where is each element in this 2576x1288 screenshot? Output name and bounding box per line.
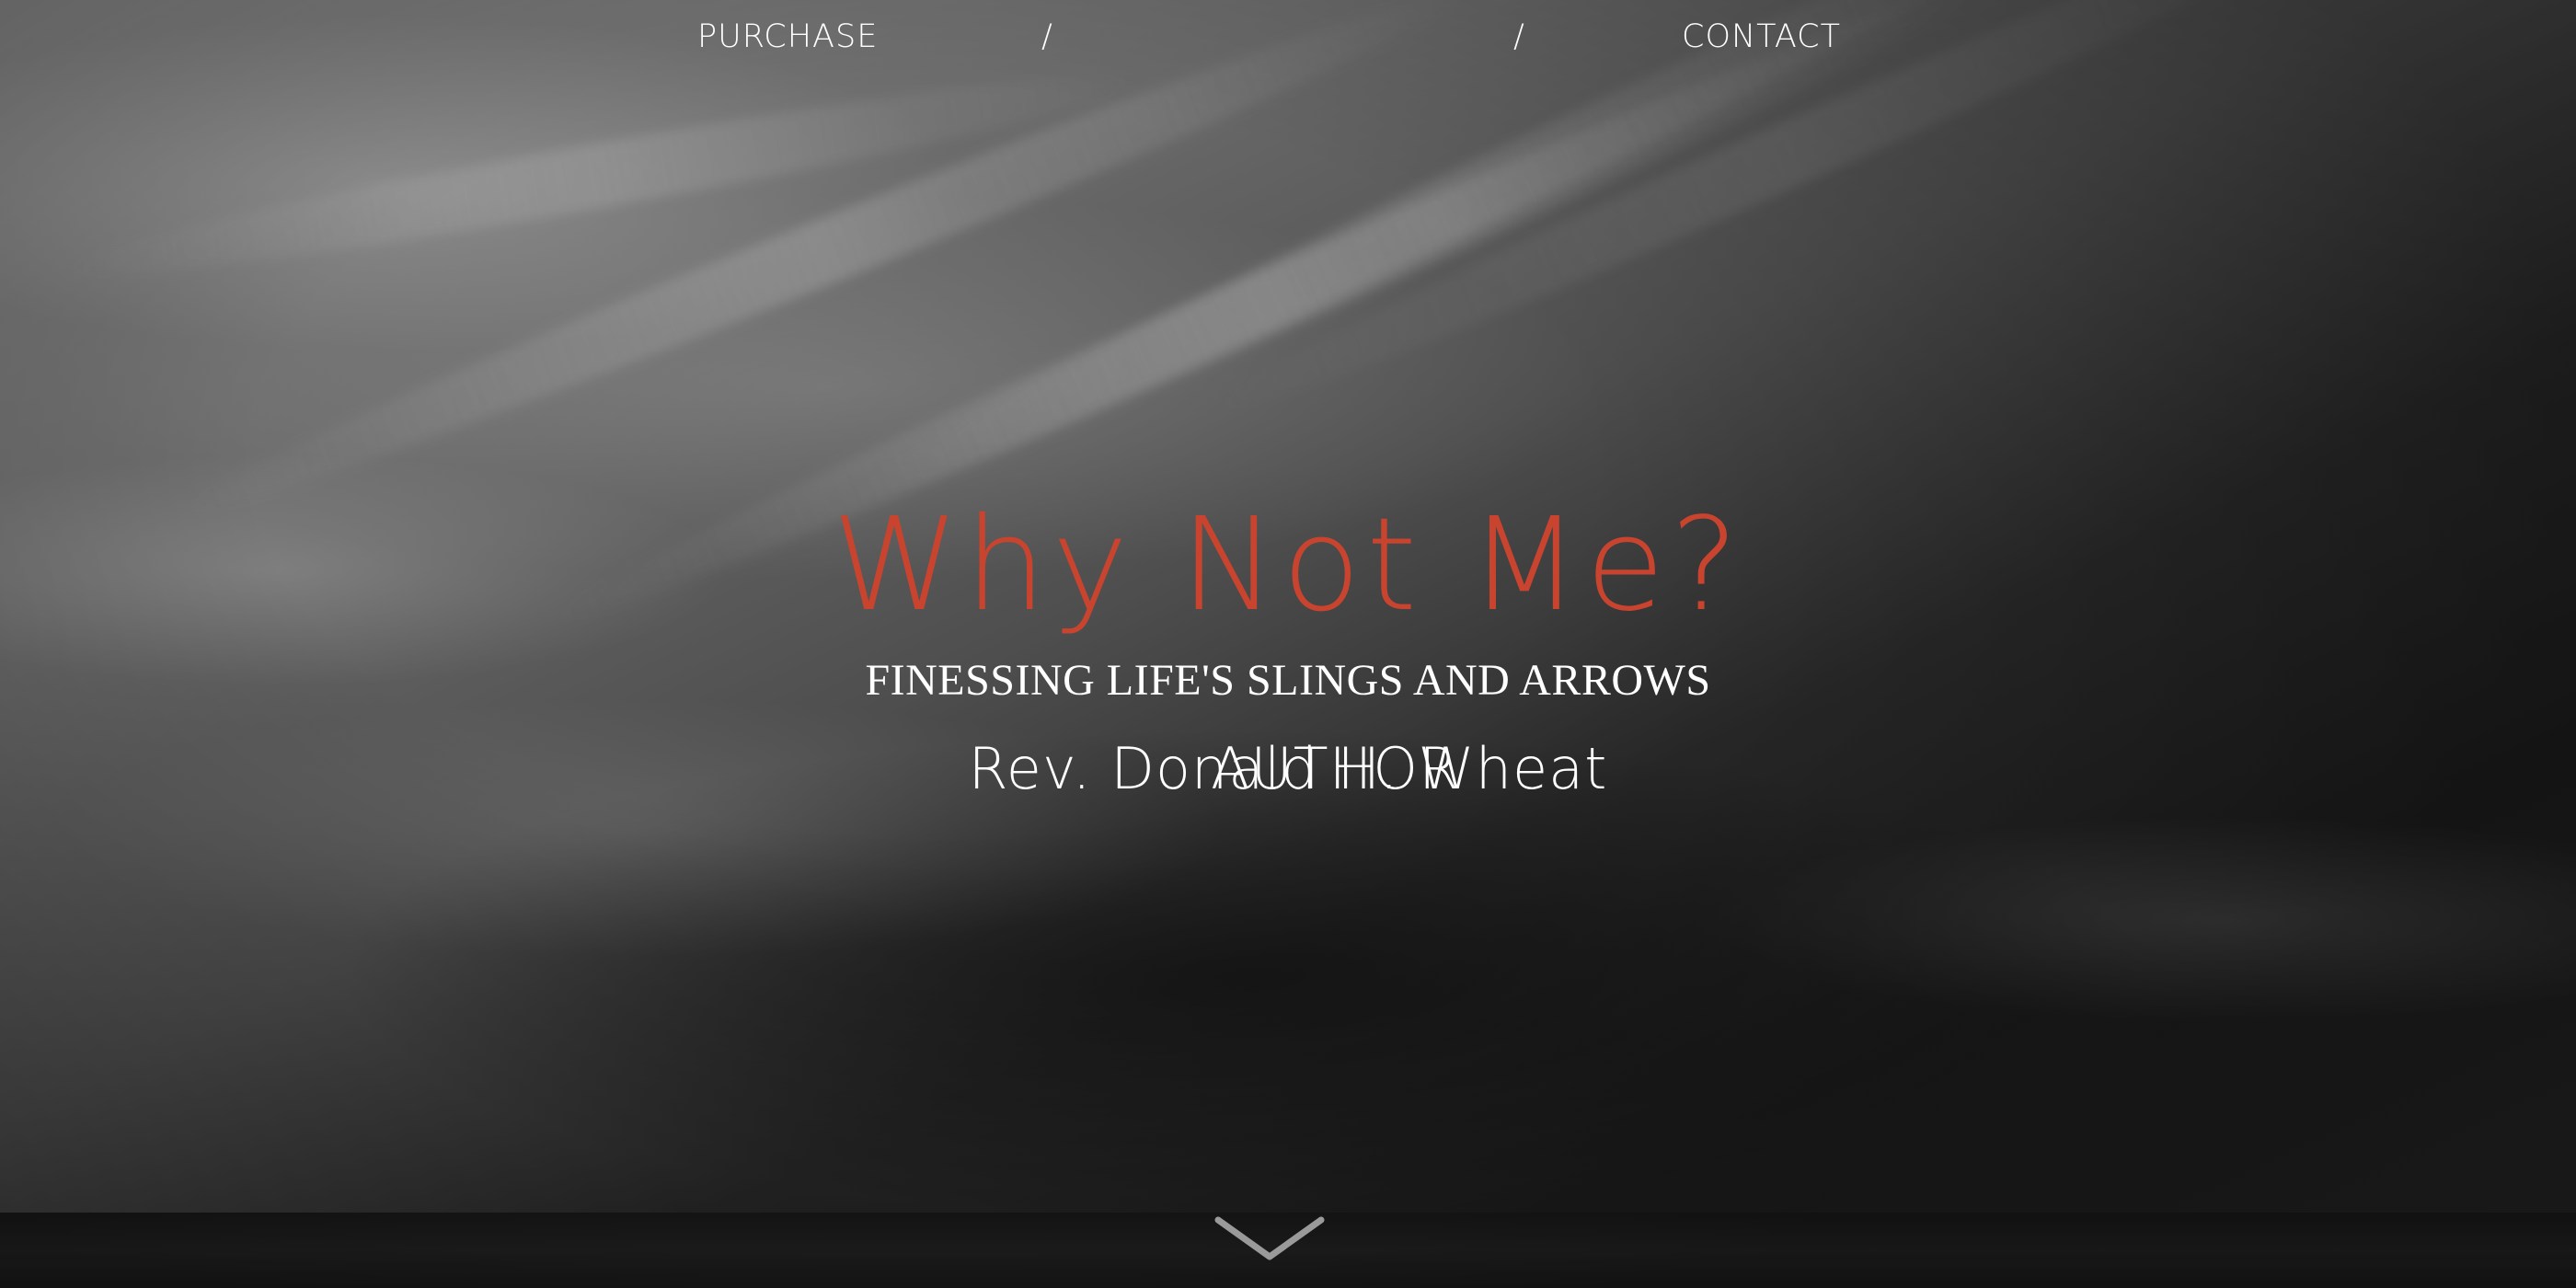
book-subtitle: FINESSING LIFE'S SLINGS AND ARROWS	[865, 656, 1711, 705]
vignette-overlay	[0, 0, 2576, 1288]
top-navigation: PURCHASE / AUTHOR / CONTACT	[0, 0, 2576, 802]
nav-separator: /	[1041, 18, 1053, 55]
chevron-down-icon[interactable]	[1214, 1214, 1325, 1266]
page: PURCHASE / AUTHOR / CONTACT Why Not Me? …	[0, 0, 2576, 1288]
author-name: Rev. Donald H. Wheat	[968, 735, 1608, 802]
nav-separator: /	[1513, 18, 1525, 55]
nav-link-purchase[interactable]: PURCHASE	[697, 15, 878, 59]
nav-link-contact[interactable]: CONTACT	[1682, 15, 1841, 59]
book-title: Why Not Me?	[832, 490, 1744, 640]
